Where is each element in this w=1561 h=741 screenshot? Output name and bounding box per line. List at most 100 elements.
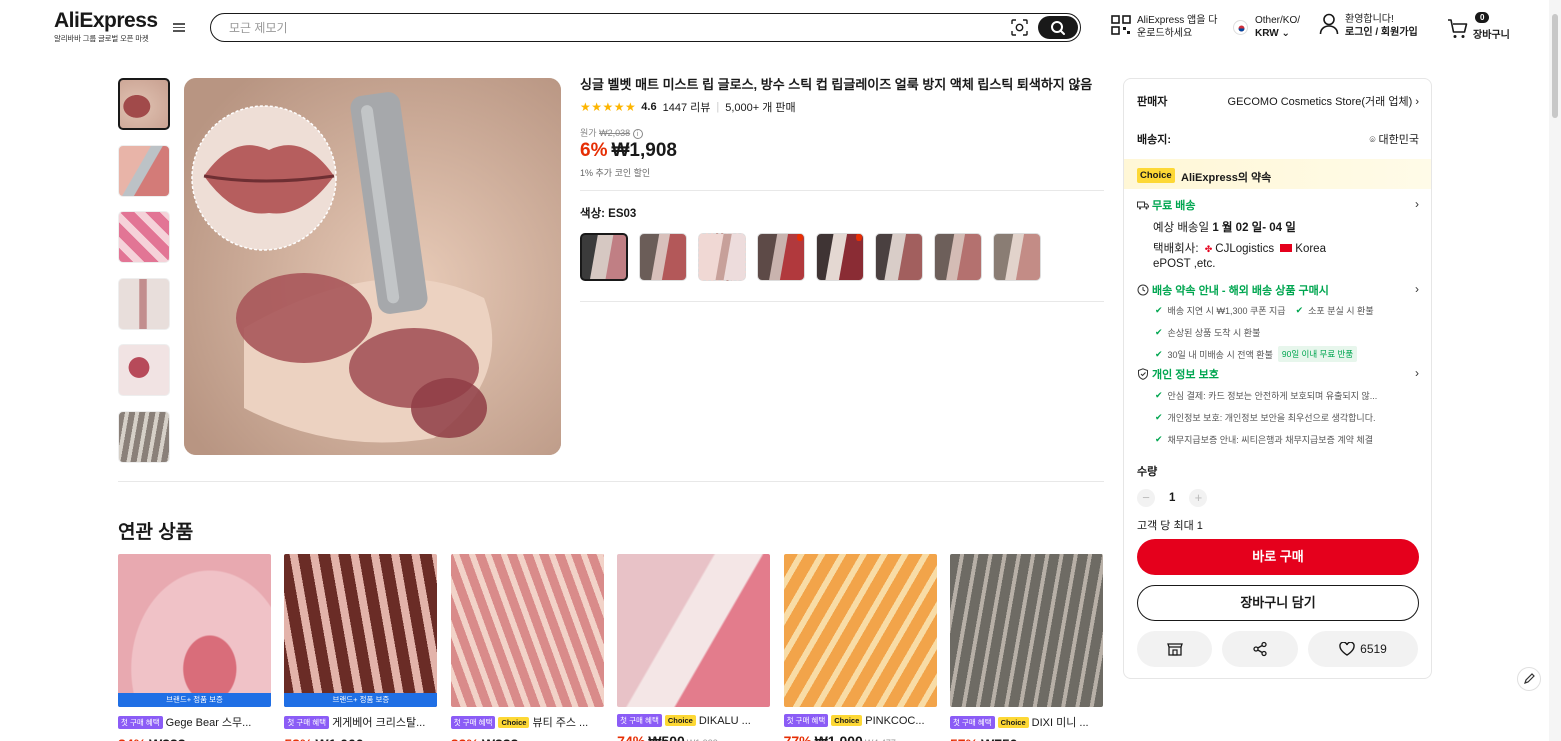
privacy-section[interactable]: 개인 정보 보호 › ✔ 안심 결제: 카드 정보는 안전하게 보호되며 유출되지… (1137, 366, 1419, 446)
divider (580, 190, 1104, 191)
currency-label: KRW (1255, 28, 1279, 39)
thumbnail-image[interactable] (118, 410, 170, 463)
store-icon (1166, 643, 1183, 656)
choice-badge: Choice (664, 715, 696, 726)
first-purchase-badge: 첫 구매 혜택 (783, 714, 829, 727)
color-swatch[interactable] (934, 233, 982, 281)
quantity-value[interactable]: 1 (1169, 492, 1175, 504)
decrease-quantity-button[interactable]: − (1137, 489, 1155, 507)
related-product-name: DIKALU ... (698, 714, 751, 727)
app-download-text-2: 운로드하세요 (1137, 28, 1193, 39)
delivery-promise-section[interactable]: 배송 약속 안내 - 해외 배송 상품 구매시 › ✔ 배송 지연 시 ₩1,30… (1137, 282, 1419, 362)
original-price: ₩2,038 (599, 128, 631, 138)
info-icon[interactable]: i (632, 129, 643, 139)
star-rating-icon: ★★★★★ (580, 100, 637, 114)
page-scrollbar[interactable] (1549, 0, 1561, 741)
thumbnail-list (118, 78, 171, 478)
related-product-price: 84%₩333₩2,154 (118, 736, 271, 741)
aliexpress-logo[interactable]: AliExpress 알리바바 그룹 글로벌 오픈 마켓 (54, 10, 158, 44)
chevron-right-icon: › (1415, 282, 1419, 296)
search-input[interactable] (229, 18, 989, 37)
cart-icon (1448, 19, 1468, 38)
color-swatch[interactable] (875, 233, 923, 281)
check-icon: ✔ (1295, 305, 1304, 315)
related-product-card[interactable]: 브랜드+ 정품 보증첫 구매 혜택게게베어 크리스탈... 58%₩1,000₩2… (284, 554, 438, 741)
wishlist-button[interactable]: 6519 (1308, 631, 1418, 667)
first-purchase-badge: 첫 구매 혜택 (118, 715, 163, 729)
scrollbar-thumb[interactable] (1552, 14, 1558, 118)
related-product-image[interactable] (783, 554, 937, 707)
feedback-button[interactable] (1517, 667, 1541, 691)
first-purchase-badge: 첫 구매 혜택 (617, 714, 662, 727)
store-button[interactable] (1137, 631, 1212, 667)
free-shipping-section[interactable]: 무료 배송 › 예상 배송일 1 월 02 일- 04 일 택배회사: ✤ CJL… (1137, 197, 1419, 270)
thumbnail-image[interactable] (118, 211, 170, 264)
chevron-right-icon: › (1415, 197, 1419, 211)
thumbnail-image[interactable] (118, 344, 170, 397)
separator: | (716, 101, 720, 113)
related-product-image[interactable] (949, 554, 1103, 707)
epost-logo-icon (1280, 244, 1293, 252)
pencil-icon (1524, 673, 1535, 684)
related-product-card[interactable]: 첫 구매 혜택ChoiceDIXI 미니 ... 57%₩750₩1,748 (949, 554, 1103, 741)
discount-percent: 6% (580, 140, 608, 161)
app-download-text-1: AliExpress 앱을 다 (1137, 15, 1218, 26)
related-product-name-row: 첫 구매 혜택 Choice PINKCOC... (783, 714, 937, 727)
image-search-icon[interactable] (1011, 19, 1028, 36)
review-count[interactable]: 1447 리뷰 (663, 99, 711, 115)
related-product-image[interactable] (450, 554, 604, 707)
search-button[interactable] (1038, 16, 1078, 39)
related-product-card[interactable]: 첫 구매 혜택ChoiceDIKALU ... 74%₩500₩1,932 (617, 554, 771, 741)
carrier-epost: ePOST ,etc. (1153, 258, 1216, 270)
account-menu[interactable]: 환영합니다! 로그인 / 회원가입 (1319, 13, 1418, 40)
logo-subtitle: 알리바바 그룹 글로벌 오픈 마켓 (54, 34, 149, 43)
carrier-korea: Korea (1295, 243, 1326, 255)
color-swatch[interactable] (698, 233, 746, 281)
color-swatch[interactable] (816, 233, 864, 281)
promise-item: 30일 내 미배송 시 전액 환불 (1167, 349, 1273, 360)
color-swatch[interactable] (639, 233, 687, 281)
related-product-card[interactable]: 첫 구매 혜택ChoicePINKCOC... 77%₩1,000₩4,477 (783, 554, 937, 741)
first-purchase-badge: 첫 구매 혜택 (949, 715, 995, 729)
increase-quantity-button[interactable]: + (1189, 489, 1208, 507)
color-swatch[interactable] (757, 233, 805, 281)
related-product-name-row: 첫 구매 혜택 Choice 뷰티 주스 ... (450, 714, 604, 730)
related-product-card[interactable]: 브랜드+ 정품 보증첫 구매 혜택Gege Bear 스무... 84%₩333₩… (118, 554, 271, 741)
related-product-image[interactable]: 브랜드+ 정품 보증 (284, 554, 438, 707)
rating-summary[interactable]: ★★★★★ 4.6 1447 리뷰 | 5,000+ 개 판매 (580, 99, 1104, 115)
related-product-image[interactable] (617, 554, 771, 707)
main-product-image[interactable] (184, 78, 561, 455)
rating-score: 4.6 (641, 101, 657, 113)
color-swatch[interactable] (993, 233, 1041, 281)
login-signup-link[interactable]: 로그인 / 회원가입 (1345, 26, 1435, 39)
app-download[interactable]: AliExpress 앱을 다 운로드하세요 (1111, 15, 1217, 40)
color-swatch-list (580, 233, 1104, 281)
product-title: 싱글 벨벳 매트 미스트 립 글로스, 방수 스틱 컵 립글레이즈 얼룩 방지 … (580, 77, 1093, 92)
related-product-image[interactable]: 브랜드+ 정품 보증 (118, 554, 271, 707)
seller-name[interactable]: GECOMO Cosmetics Store(거래 업체) (1228, 96, 1413, 108)
thumbnail-image[interactable] (118, 144, 170, 197)
related-discount: 84% (118, 736, 146, 741)
color-swatch[interactable] (580, 233, 628, 281)
thumbnail-image[interactable] (118, 277, 170, 330)
top-header: AliExpress 알리바바 그룹 글로벌 오픈 마켓 AliExpress … (0, 0, 1549, 56)
sale-price: ₩1,908 (611, 140, 677, 161)
add-to-cart-button[interactable]: 장바구니 담기 (1137, 585, 1419, 621)
choice-badge: Choice (1137, 168, 1175, 183)
thumbnail-image[interactable] (118, 78, 170, 130)
seller-row[interactable]: 판매자 GECOMO Cosmetics Store(거래 업체) › (1137, 93, 1419, 109)
shipping-destination-row[interactable]: 배송지: ⌾ 대한민국 (1137, 131, 1419, 147)
related-product-name: 게게베어 크리스탈... (332, 717, 426, 729)
korea-flag-icon (1233, 20, 1248, 35)
coin-discount-note: 1% 추가 코인 할인 (580, 168, 651, 178)
related-product-card[interactable]: 첫 구매 혜택Choice뷰티 주스 ... 83%₩333₩1,994 (450, 554, 604, 741)
promise-item: 배송 지연 시 ₩1,300 쿠폰 지급 (1167, 306, 1286, 316)
buy-now-button[interactable]: 바로 구매 (1137, 539, 1419, 575)
related-product-name-row: 첫 구매 혜택 Choice DIXI 미니 ... (949, 714, 1103, 730)
purchase-panel: 판매자 GECOMO Cosmetics Store(거래 업체) › 배송지:… (1123, 78, 1432, 679)
quantity-section: 수량 − 1 + 고객 당 최대 1 (1137, 463, 1419, 533)
sold-count: 5,000+ 개 판매 (725, 102, 796, 114)
menu-icon[interactable] (171, 21, 187, 37)
share-button[interactable] (1222, 631, 1298, 667)
search-icon (1051, 21, 1065, 35)
